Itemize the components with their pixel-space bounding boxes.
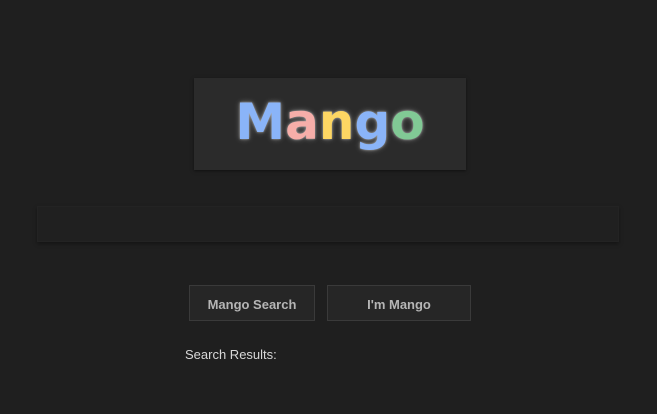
logo-letter-4: g bbox=[354, 93, 391, 151]
search-input[interactable] bbox=[38, 207, 618, 241]
logo-letter-2: a bbox=[285, 93, 319, 151]
page: Mango Mango Search I'm Mango Search Resu… bbox=[0, 0, 657, 414]
logo-letter-3: n bbox=[318, 93, 355, 151]
im-mango-button[interactable]: I'm Mango bbox=[327, 285, 471, 321]
logo-container: Mango bbox=[194, 78, 466, 170]
search-bar[interactable] bbox=[37, 206, 619, 242]
logo: Mango bbox=[235, 97, 424, 147]
mango-search-button[interactable]: Mango Search bbox=[189, 285, 315, 321]
logo-letter-5: o bbox=[390, 93, 425, 151]
logo-letter-1: M bbox=[235, 93, 286, 151]
search-results-label: Search Results: bbox=[185, 347, 277, 362]
